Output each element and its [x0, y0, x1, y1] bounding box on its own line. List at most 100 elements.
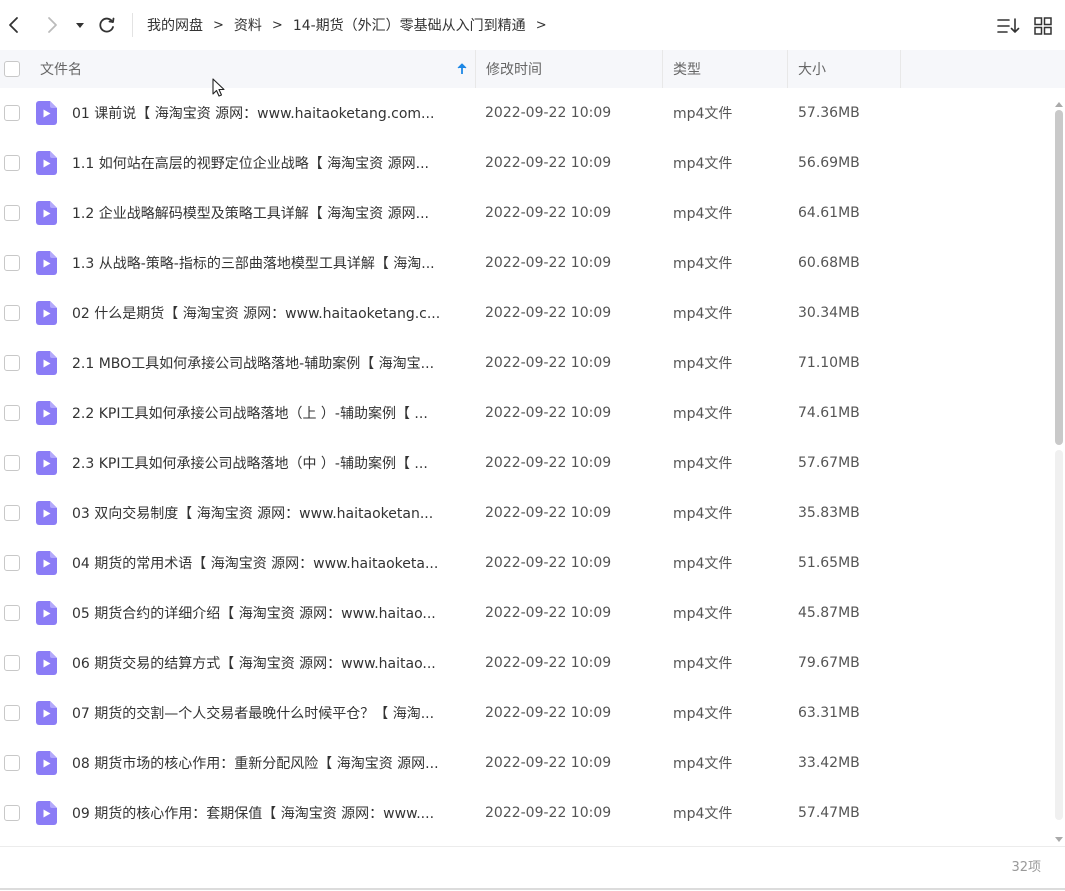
file-row[interactable]: 2.2 KPI工具如何承接公司战略落地（上 ）-辅助案例【 ... 2022-09…: [0, 388, 1052, 438]
file-row[interactable]: 01 课前说【 海淘宝资 源网：www.haitaoketang.com... 2…: [0, 88, 1052, 138]
video-file-icon: [36, 301, 57, 325]
row-checkbox[interactable]: [4, 255, 20, 271]
column-divider[interactable]: [475, 50, 476, 88]
file-row[interactable]: 1.3 从战略-策略-指标的三部曲落地模型工具详解【 海淘... 2022-09-…: [0, 238, 1052, 288]
file-type: mp4文件: [673, 756, 733, 772]
row-checkbox[interactable]: [4, 505, 20, 521]
row-checkbox[interactable]: [4, 355, 20, 371]
refresh-icon[interactable]: [96, 14, 118, 36]
column-divider[interactable]: [787, 50, 788, 88]
file-name[interactable]: 2.3 KPI工具如何承接公司战略落地（中 ）-辅助案例【 ...: [72, 438, 464, 488]
back-icon[interactable]: [4, 14, 24, 36]
file-row[interactable]: 2.1 MBO工具如何承接公司战略落地-辅助案例【 海淘宝... 2022-09-…: [0, 338, 1052, 388]
breadcrumb-separator: >: [213, 17, 224, 33]
video-file-icon: [36, 201, 57, 225]
breadcrumb-separator[interactable]: >: [536, 18, 547, 33]
file-row[interactable]: 2.3 KPI工具如何承接公司战略落地（中 ）-辅助案例【 ... 2022-09…: [0, 438, 1052, 488]
file-row[interactable]: 1.1 如何站在高层的视野定位企业战略【 海淘宝资 源网... 2022-09-2…: [0, 138, 1052, 188]
video-file-icon: [36, 751, 57, 775]
sort-list-icon[interactable]: [996, 15, 1020, 37]
file-size: 79.67MB: [798, 655, 860, 671]
scrollbar-thumb[interactable]: [1055, 110, 1063, 445]
column-header: 文件名 修改时间 类型 大小: [0, 50, 1065, 88]
column-modified[interactable]: 修改时间: [486, 50, 542, 88]
file-modified-time: 2022-09-22 10:09: [485, 705, 612, 721]
row-checkbox[interactable]: [4, 805, 20, 821]
row-checkbox[interactable]: [4, 155, 20, 171]
file-name[interactable]: 2.2 KPI工具如何承接公司战略落地（上 ）-辅助案例【 ...: [72, 388, 464, 438]
row-checkbox[interactable]: [4, 655, 20, 671]
row-checkbox[interactable]: [4, 205, 20, 221]
file-modified-time: 2022-09-22 10:09: [485, 655, 612, 671]
row-checkbox[interactable]: [4, 105, 20, 121]
file-name[interactable]: 01 课前说【 海淘宝资 源网：www.haitaoketang.com...: [72, 88, 464, 138]
video-file-icon: [36, 151, 57, 175]
file-type: mp4文件: [673, 706, 733, 722]
vertical-scrollbar[interactable]: [1053, 90, 1065, 842]
file-modified-time: 2022-09-22 10:09: [485, 605, 612, 621]
file-size: 30.34MB: [798, 305, 860, 321]
column-divider[interactable]: [662, 50, 663, 88]
column-name[interactable]: 文件名: [40, 50, 82, 88]
file-row[interactable]: 03 双向交易制度【 海淘宝资 源网：www.haitaoketan... 202…: [0, 488, 1052, 538]
row-checkbox[interactable]: [4, 555, 20, 571]
file-type: mp4文件: [673, 806, 733, 822]
file-name[interactable]: 05 期货合约的详细介绍【 海淘宝资 源网：www.haitao...: [72, 588, 464, 638]
column-size[interactable]: 大小: [798, 50, 826, 88]
row-checkbox[interactable]: [4, 305, 20, 321]
video-file-icon: [36, 701, 57, 725]
file-name[interactable]: 1.1 如何站在高层的视野定位企业战略【 海淘宝资 源网...: [72, 138, 464, 188]
breadcrumb-item-current[interactable]: 14-期货（外汇）零基础从入门到精通: [293, 15, 526, 35]
file-size: 33.42MB: [798, 755, 860, 771]
item-count: 32项: [1011, 860, 1041, 875]
column-divider[interactable]: [900, 50, 901, 88]
sort-ascending-icon[interactable]: [456, 61, 468, 80]
file-modified-time: 2022-09-22 10:09: [485, 105, 612, 121]
scrollbar-track[interactable]: [1055, 450, 1063, 820]
file-type: mp4文件: [673, 656, 733, 672]
row-checkbox[interactable]: [4, 405, 20, 421]
file-row[interactable]: 02 什么是期货【 海淘宝资 源网：www.haitaoketang.c... 2…: [0, 288, 1052, 338]
select-all-checkbox[interactable]: [4, 61, 20, 77]
file-size: 51.65MB: [798, 555, 860, 571]
grid-view-icon[interactable]: [1033, 16, 1053, 36]
file-name[interactable]: 06 期货交易的结算方式【 海淘宝资 源网：www.haitao...: [72, 638, 464, 688]
file-name[interactable]: 04 期货的常用术语【 海淘宝资 源网：www.haitaoketa...: [72, 538, 464, 588]
file-type: mp4文件: [673, 306, 733, 322]
file-row[interactable]: 05 期货合约的详细介绍【 海淘宝资 源网：www.haitao... 2022-…: [0, 588, 1052, 638]
video-file-icon: [36, 251, 57, 275]
file-name[interactable]: 02 什么是期货【 海淘宝资 源网：www.haitaoketang.c...: [72, 288, 464, 338]
file-name[interactable]: 07 期货的交割—个人交易者最晚什么时候平仓？【 海淘...: [72, 688, 464, 738]
file-name[interactable]: 1.2 企业战略解码模型及策略工具详解【 海淘宝资 源网...: [72, 188, 464, 238]
row-checkbox[interactable]: [4, 705, 20, 721]
file-type: mp4文件: [673, 156, 733, 172]
dropdown-icon[interactable]: [73, 17, 87, 33]
column-type[interactable]: 类型: [673, 50, 701, 88]
file-row[interactable]: 09 期货的核心作用：套期保值【 海淘宝资 源网：www.... 2022-09-…: [0, 788, 1052, 838]
forward-icon[interactable]: [42, 14, 62, 36]
file-row[interactable]: 08 期货市场的核心作用：重新分配风险【 海淘宝资 源网... 2022-09-2…: [0, 738, 1052, 788]
scroll-down-icon[interactable]: [1055, 828, 1063, 847]
breadcrumb-item-materials[interactable]: 资料: [234, 15, 262, 35]
file-modified-time: 2022-09-22 10:09: [485, 205, 612, 221]
breadcrumb-item-root[interactable]: 我的网盘: [147, 15, 203, 35]
row-checkbox[interactable]: [4, 455, 20, 471]
file-row[interactable]: 07 期货的交割—个人交易者最晚什么时候平仓？【 海淘... 2022-09-22…: [0, 688, 1052, 738]
toolbar: 我的网盘 > 资料 > 14-期货（外汇）零基础从入门到精通 >: [0, 0, 1065, 50]
row-checkbox[interactable]: [4, 605, 20, 621]
row-checkbox[interactable]: [4, 755, 20, 771]
file-name[interactable]: 1.3 从战略-策略-指标的三部曲落地模型工具详解【 海淘...: [72, 238, 464, 288]
breadcrumb-separator: >: [271, 17, 283, 33]
file-type: mp4文件: [673, 456, 733, 472]
file-name[interactable]: 2.1 MBO工具如何承接公司战略落地-辅助案例【 海淘宝...: [72, 338, 464, 388]
file-row[interactable]: 04 期货的常用术语【 海淘宝资 源网：www.haitaoketa... 202…: [0, 538, 1052, 588]
file-row[interactable]: 06 期货交易的结算方式【 海淘宝资 源网：www.haitao... 2022-…: [0, 638, 1052, 688]
file-row[interactable]: 1.2 企业战略解码模型及策略工具详解【 海淘宝资 源网... 2022-09-2…: [0, 188, 1052, 238]
video-file-icon: [36, 651, 57, 675]
file-name[interactable]: 08 期货市场的核心作用：重新分配风险【 海淘宝资 源网...: [72, 738, 464, 788]
breadcrumb: 我的网盘 > 资料 > 14-期货（外汇）零基础从入门到精通 >: [147, 15, 557, 35]
file-name[interactable]: 03 双向交易制度【 海淘宝资 源网：www.haitaoketan...: [72, 488, 464, 538]
toolbar-divider: [132, 13, 133, 37]
file-name[interactable]: 09 期货的核心作用：套期保值【 海淘宝资 源网：www....: [72, 788, 464, 838]
file-list: 01 课前说【 海淘宝资 源网：www.haitaoketang.com... 2…: [0, 88, 1052, 844]
